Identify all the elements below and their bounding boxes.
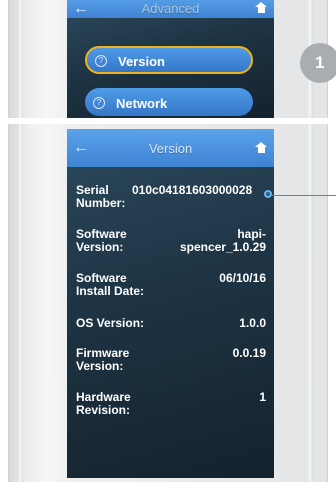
os-version-label: OS Version: xyxy=(76,316,145,330)
version-menu-label: Version xyxy=(118,54,165,69)
hardware-revision-label: Hardware Revision: xyxy=(76,390,131,417)
version-screen: ← Version Serial Number: 010c04181603000… xyxy=(67,129,274,478)
version-title: Version xyxy=(148,141,193,156)
serial-number-label: Serial Number: xyxy=(76,183,126,210)
os-version-value: 1.0.0 xyxy=(239,316,266,330)
software-version-label: Software Version: xyxy=(76,227,127,254)
callout-marker xyxy=(264,190,272,198)
callout-line xyxy=(271,195,336,196)
advanced-screen: ← Advanced ? Version ? Network xyxy=(67,0,274,118)
firmware-version-value: 0.0.19 xyxy=(232,346,266,360)
info-icon: ? xyxy=(95,55,107,67)
install-date-value: 06/10/16 xyxy=(219,271,266,285)
network-menu-label: Network xyxy=(116,96,168,111)
serial-number-value: 010c04181603000028 xyxy=(132,183,253,197)
advanced-header: ← Advanced xyxy=(67,0,274,18)
firmware-version-label: Firmware Version: xyxy=(76,346,130,373)
network-menu-button[interactable]: ? Network xyxy=(85,88,253,116)
info-icon: ? xyxy=(93,97,105,109)
step-number-badge: 1 xyxy=(300,43,336,83)
advanced-title: Advanced xyxy=(141,1,200,16)
version-menu-button[interactable]: ? Version xyxy=(85,46,253,74)
home-icon[interactable] xyxy=(255,142,267,153)
version-header: ← Version xyxy=(67,129,274,167)
software-version-value: hapi- spencer_1.0.29 xyxy=(179,227,266,254)
home-icon[interactable] xyxy=(255,2,267,13)
install-date-label: Software Install Date: xyxy=(76,271,145,298)
hardware-revision-value: 1 xyxy=(259,390,266,404)
